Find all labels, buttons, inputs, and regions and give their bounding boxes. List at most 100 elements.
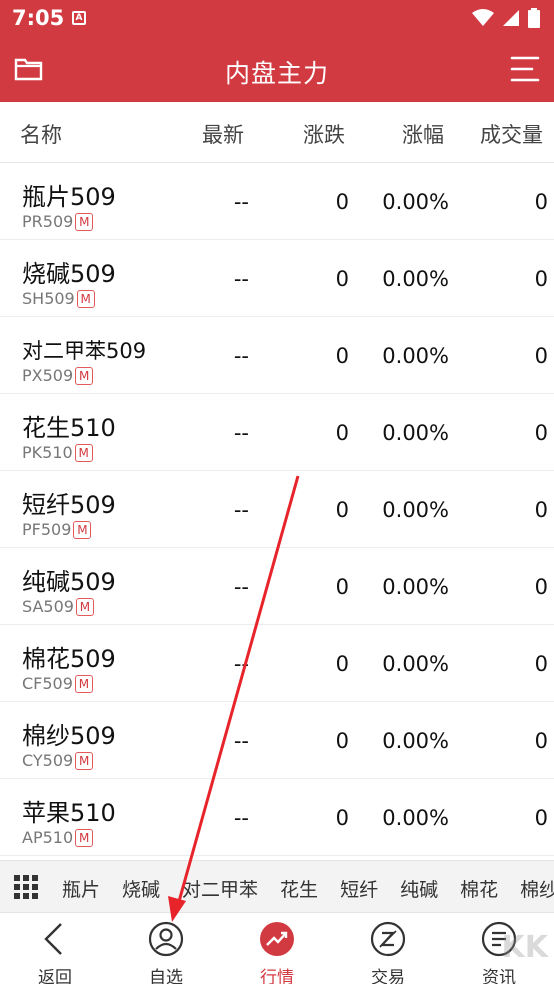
contract-name: 短纤509	[22, 491, 116, 519]
last-price: --	[233, 575, 249, 599]
table-row[interactable]: 棉纱509 CY509 M -- 0 0.00% 0	[0, 702, 554, 779]
main-badge: M	[75, 212, 94, 231]
last-price: --	[233, 190, 249, 214]
category-item[interactable]: 纯碱	[400, 875, 438, 902]
code-text: PR509	[22, 212, 74, 231]
tab-label: 资讯	[482, 968, 516, 984]
trend-icon	[260, 922, 294, 956]
price-change: 0	[335, 575, 349, 599]
volume: 0	[534, 344, 548, 368]
change-pct: 0.00%	[382, 652, 449, 676]
page-title: 内盘主力	[224, 59, 329, 88]
table-row[interactable]: 烧碱509 SH509 M -- 0 0.00% 0	[0, 240, 554, 317]
contract-code: PF509 M	[22, 520, 92, 539]
price-change: 0	[335, 729, 349, 753]
change-pct: 0.00%	[382, 344, 449, 368]
contract-code: CF509 M	[22, 674, 93, 693]
main-badge: M	[75, 597, 94, 616]
contract-name: 苹果510	[22, 799, 116, 827]
table-row[interactable]: 棉花509 CF509 M -- 0 0.00% 0	[0, 625, 554, 702]
table-row[interactable]: 纯碱509 SA509 M -- 0 0.00% 0	[0, 548, 554, 625]
table-row[interactable]: 苹果510 AP510 M -- 0 0.00% 0	[0, 779, 554, 856]
code-text: PX509	[22, 366, 74, 385]
price-change: 0	[335, 190, 349, 214]
status-bar: 7:05 A	[0, 0, 554, 36]
code-text: CY509	[22, 751, 74, 770]
volume: 0	[534, 729, 548, 753]
table-row[interactable]: 花生510 PK510 M -- 0 0.00% 0	[0, 394, 554, 471]
category-item[interactable]: 对二甲苯	[182, 875, 258, 902]
code-text: AP510	[22, 828, 74, 847]
system-icons	[472, 8, 540, 28]
last-price: --	[233, 421, 249, 445]
tab-label: 返回	[38, 968, 72, 984]
main-badge: M	[76, 289, 95, 308]
signal-icon	[503, 10, 519, 26]
last-price: --	[233, 344, 249, 368]
trade-icon	[370, 921, 406, 957]
user-icon	[148, 921, 184, 957]
category-item[interactable]: 瓶片	[62, 875, 100, 902]
contract-code: CY509 M	[22, 751, 94, 770]
table-row[interactable]: 瓶片509 PR509 M -- 0 0.00% 0	[0, 163, 554, 240]
volume: 0	[534, 190, 548, 214]
battery-icon	[528, 8, 540, 28]
category-item[interactable]: 棉花	[460, 875, 498, 902]
contract-code: PK510 M	[22, 443, 93, 462]
watermark-logo: KK	[501, 930, 549, 965]
menu-icon[interactable]	[510, 55, 540, 83]
main-badge: M	[73, 520, 92, 539]
header-volume[interactable]: 成交量	[480, 119, 543, 149]
grid-menu-icon[interactable]	[14, 875, 38, 899]
tab-trade[interactable]: 交易	[333, 913, 443, 984]
volume: 0	[534, 498, 548, 522]
category-list: 瓶片 烧碱 对二甲苯 花生 短纤 纯碱 棉花 棉纱	[62, 875, 554, 902]
tab-label: 行情	[260, 968, 294, 984]
volume: 0	[534, 806, 548, 830]
price-change: 0	[335, 421, 349, 445]
contract-code: PX509 M	[22, 366, 94, 385]
table-row[interactable]: 短纤509 PF509 M -- 0 0.00% 0	[0, 471, 554, 548]
category-item[interactable]: 花生	[280, 875, 318, 902]
quote-list: 瓶片509 PR509 M -- 0 0.00% 0 烧碱509 SH509 M -…	[0, 163, 554, 856]
main-badge: M	[75, 366, 94, 385]
price-change: 0	[335, 344, 349, 368]
contract-code: PR509 M	[22, 212, 94, 231]
main-badge: M	[74, 674, 93, 693]
code-text: PK510	[22, 443, 73, 462]
contract-name: 烧碱509	[22, 260, 116, 288]
header-last[interactable]: 最新	[202, 119, 244, 149]
contract-name: 对二甲苯509	[22, 339, 147, 363]
volume: 0	[534, 652, 548, 676]
change-pct: 0.00%	[382, 575, 449, 599]
tab-label: 交易	[371, 968, 405, 984]
contract-name: 纯碱509	[22, 568, 116, 596]
last-price: --	[233, 498, 249, 522]
category-item[interactable]: 短纤	[340, 875, 378, 902]
price-change: 0	[335, 806, 349, 830]
main-badge: M	[75, 828, 94, 847]
tab-market[interactable]: 行情	[222, 913, 332, 984]
change-pct: 0.00%	[382, 190, 449, 214]
code-text: PF509	[22, 520, 72, 539]
header-name[interactable]: 名称	[20, 119, 62, 149]
table-row[interactable]: 对二甲苯509 PX509 M -- 0 0.00% 0	[0, 317, 554, 394]
code-text: CF509	[22, 674, 73, 693]
contract-code: AP510 M	[22, 828, 94, 847]
volume: 0	[534, 575, 548, 599]
volume: 0	[534, 421, 548, 445]
last-price: --	[233, 652, 249, 676]
main-badge: M	[74, 443, 93, 462]
change-pct: 0.00%	[382, 729, 449, 753]
notification-icon: A	[72, 11, 86, 25]
contract-name: 棉花509	[22, 645, 116, 673]
tab-watchlist[interactable]: 自选	[111, 913, 221, 984]
header-change[interactable]: 涨跌	[303, 119, 345, 149]
header-pct[interactable]: 涨幅	[402, 119, 444, 149]
category-item[interactable]: 烧碱	[122, 875, 160, 902]
change-pct: 0.00%	[382, 498, 449, 522]
price-change: 0	[335, 652, 349, 676]
tab-back[interactable]: 返回	[0, 913, 110, 984]
category-item[interactable]: 棉纱	[520, 875, 554, 902]
back-icon	[44, 923, 62, 955]
